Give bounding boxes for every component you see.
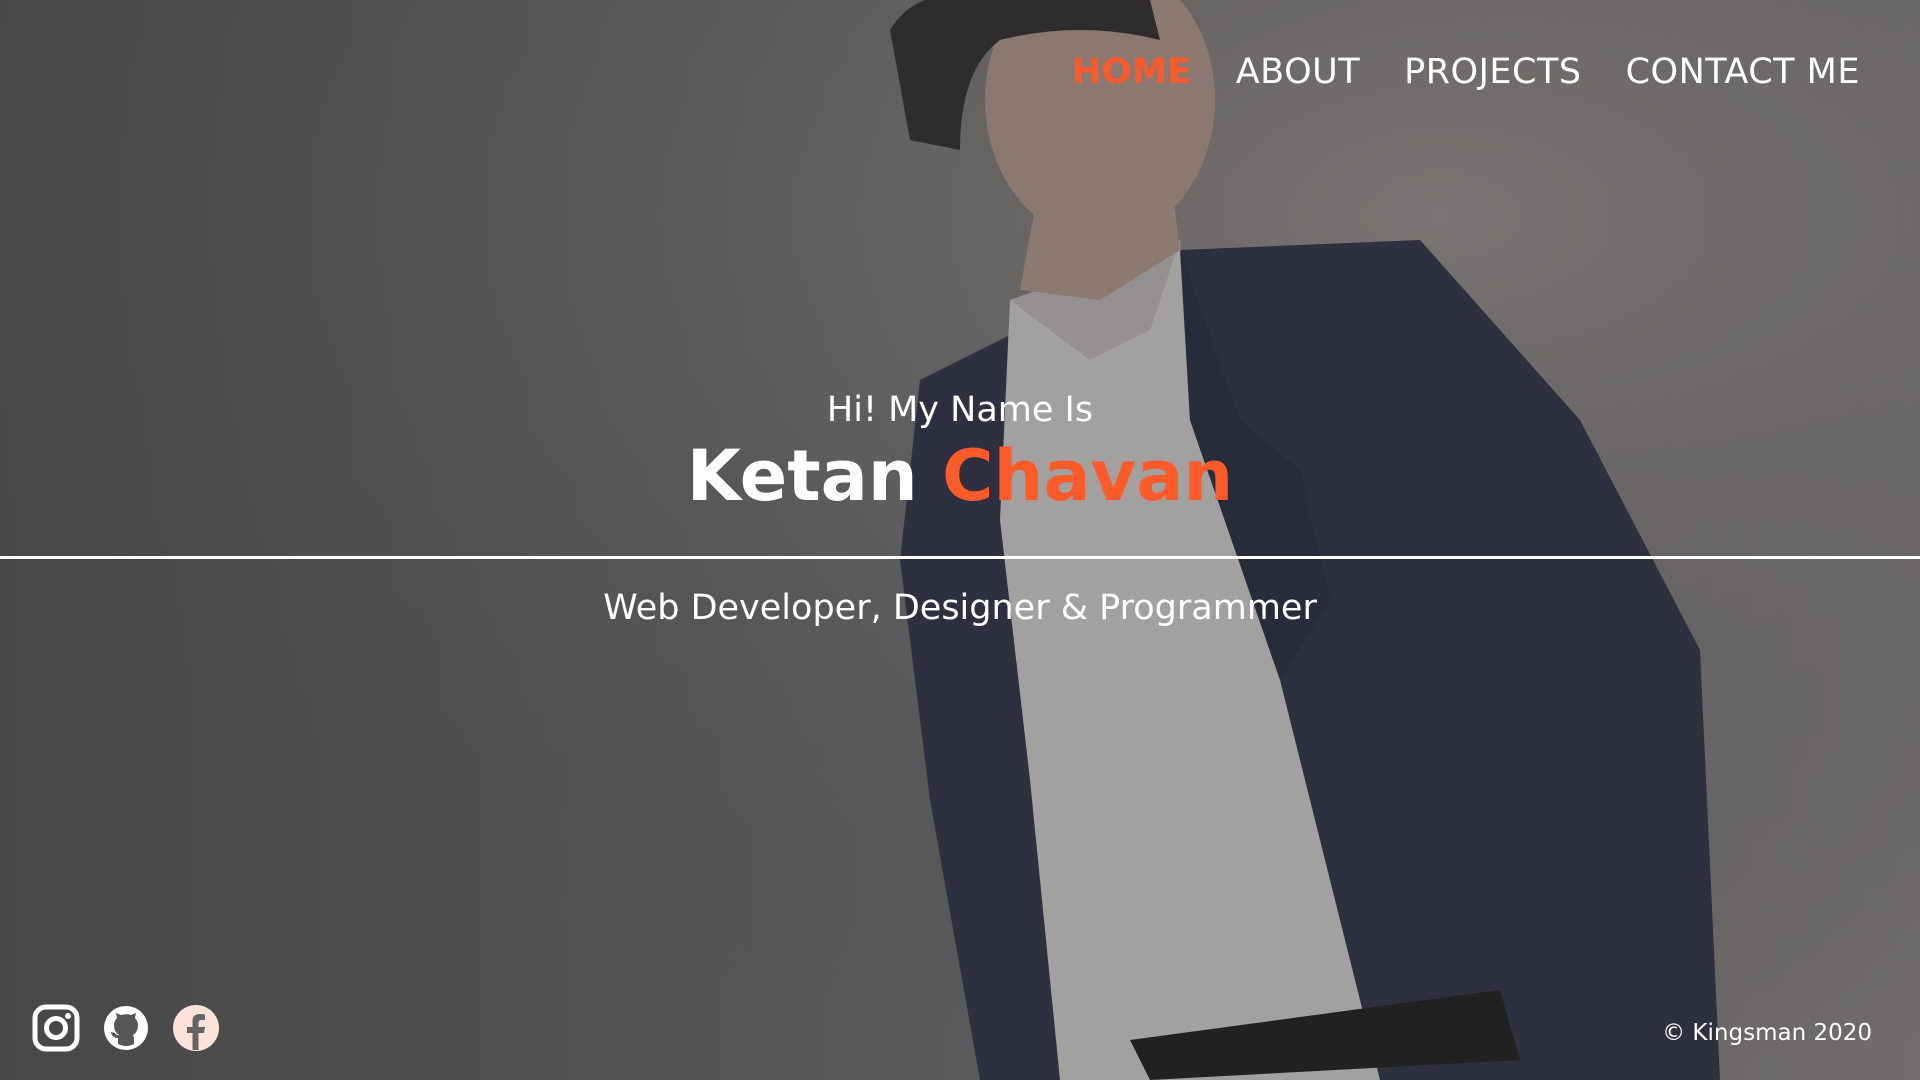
github-link[interactable] (102, 1004, 150, 1052)
background-photo (0, 0, 1920, 1080)
intro-block: Hi! My Name Is Ketan Chavan (0, 390, 1920, 515)
nav-item-home[interactable]: HOME (1072, 52, 1192, 92)
last-name: Chavan (942, 435, 1234, 517)
github-icon (104, 1006, 148, 1050)
facebook-link[interactable] (172, 1004, 220, 1052)
full-name: Ketan Chavan (0, 438, 1920, 515)
instagram-icon (32, 1004, 80, 1052)
nav-item-projects[interactable]: PROJECTS (1404, 52, 1581, 92)
facebook-icon (173, 1005, 219, 1051)
greeting-text: Hi! My Name Is (826, 390, 1094, 430)
tagline: Web Developer, Designer & Programmer (603, 588, 1317, 628)
nav-item-about[interactable]: ABOUT (1236, 52, 1360, 92)
instagram-link[interactable] (32, 1004, 80, 1052)
hero-section: HOME ABOUT PROJECTS CONTACT ME Hi! My Na… (0, 0, 1920, 1080)
first-name: Ketan (686, 435, 918, 517)
copyright-text: © Kingsman 2020 (1662, 1020, 1872, 1046)
divider (0, 556, 1920, 559)
main-nav: HOME ABOUT PROJECTS CONTACT ME (1072, 52, 1860, 92)
nav-item-contact[interactable]: CONTACT ME (1626, 52, 1860, 92)
social-links (32, 1004, 220, 1052)
